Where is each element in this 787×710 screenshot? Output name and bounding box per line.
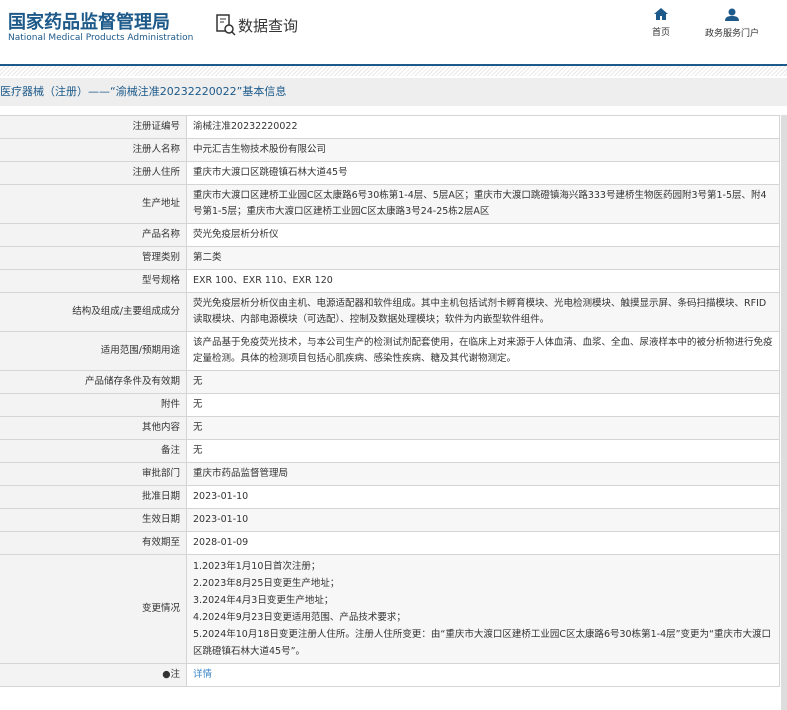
row-label: 产品储存条件及有效期 bbox=[0, 370, 187, 394]
table-row: 其他内容无 bbox=[0, 416, 780, 440]
row-value: 重庆市药品监督管理局 bbox=[186, 462, 780, 486]
row-value: 重庆市大渡口区建桥工业园C区太康路6号30栋第1-4层、5层A区；重庆市大渡口跳… bbox=[186, 184, 780, 224]
row-value: 荧光免疫层析分析仪 bbox=[186, 223, 780, 247]
row-value: 该产品基于免疫荧光技术，与本公司生产的检测试剂配套使用，在临床上对来源于人体血清… bbox=[186, 331, 780, 371]
nav-home[interactable]: 首页 bbox=[652, 8, 670, 38]
nav-portal[interactable]: 政务服务门户 bbox=[705, 8, 759, 39]
table-row: 有效期至 2028-01-09 bbox=[0, 531, 780, 555]
home-icon bbox=[654, 8, 668, 20]
table-row: 备注无 bbox=[0, 439, 780, 463]
row-value: 2028-01-09 bbox=[186, 531, 780, 555]
table-row: 产品储存条件及有效期无 bbox=[0, 370, 780, 394]
note-label: 注 bbox=[170, 669, 180, 680]
row-value: 荧光免疫层析分析仪由主机、电源适配器和软件组成。其中主机包括试剂卡孵育模块、光电… bbox=[186, 292, 780, 332]
change-item: 2.2023年8月25日变更生产地址； bbox=[193, 578, 340, 589]
note-label-cell: ●注 bbox=[0, 663, 187, 687]
row-value: 无 bbox=[186, 393, 780, 417]
scrollbar[interactable] bbox=[781, 115, 787, 710]
section-title-text: 数据查询 bbox=[238, 16, 299, 35]
change-item: 5.2024年10月18日变更注册人住所。注册人住所变更：由“重庆市大渡口区建桥… bbox=[193, 629, 771, 657]
table-row: 注册证编号 渝械注准20232220022 bbox=[0, 115, 780, 139]
section-title: 数据查询 bbox=[216, 14, 298, 36]
row-value: 第二类 bbox=[186, 246, 780, 270]
details-link[interactable]: 详情 bbox=[193, 669, 212, 680]
row-label: 变更情况 bbox=[0, 554, 187, 664]
table-row-changes: 变更情况 1.2023年1月10日首次注册； 2.2023年8月25日变更生产地址；… bbox=[0, 554, 780, 664]
divider bbox=[0, 66, 787, 76]
table-row: 批准日期 2023-01-10 bbox=[0, 485, 780, 509]
row-value: 渝械注准20232220022 bbox=[186, 115, 780, 139]
nav-home-label: 首页 bbox=[652, 28, 671, 38]
row-value: 无 bbox=[186, 439, 780, 463]
row-value: 无 bbox=[186, 416, 780, 440]
table-row: 生产地址 重庆市大渡口区建桥工业园C区太康路6号30栋第1-4层、5层A区；重庆市… bbox=[0, 184, 780, 224]
row-label: 注册证编号 bbox=[0, 115, 187, 139]
row-value: 2023-01-10 bbox=[186, 508, 780, 532]
row-label: 注册人名称 bbox=[0, 138, 187, 162]
logo-subtitle: National Medical Products Administration bbox=[8, 33, 194, 43]
table-row: 审批部门 重庆市药品监督管理局 bbox=[0, 462, 780, 486]
row-label: 生效日期 bbox=[0, 508, 187, 532]
logo-title[interactable]: 国家药品监督管理局 bbox=[8, 8, 170, 34]
row-label: 结构及组成/主要组成成分 bbox=[0, 292, 187, 332]
row-label: 注册人住所 bbox=[0, 161, 187, 185]
row-label: 型号规格 bbox=[0, 269, 187, 293]
change-item: 4.2024年9月23日变更适用范围、产品技术要求； bbox=[193, 612, 406, 623]
row-label: 其他内容 bbox=[0, 416, 187, 440]
row-value: 无 bbox=[186, 370, 780, 394]
document-search-icon bbox=[216, 14, 236, 36]
row-value: 2023-01-10 bbox=[186, 485, 780, 509]
row-value: 重庆市大渡口区跳磴镇石林大道45号 bbox=[186, 161, 780, 185]
table-row: 附件无 bbox=[0, 393, 780, 417]
info-table: 注册证编号 渝械注准20232220022 注册人名称 中元汇吉生物技术股份有限公司注… bbox=[0, 115, 780, 687]
table-row: 注册人名称 中元汇吉生物技术股份有限公司 bbox=[0, 138, 780, 162]
row-label: 备注 bbox=[0, 439, 187, 463]
table-row: 生效日期 2023-01-10 bbox=[0, 508, 780, 532]
table-row: 型号规格 EXR 100、EXR 110、EXR 120 bbox=[0, 269, 780, 293]
table-row: 管理类别 第二类 bbox=[0, 246, 780, 270]
changes-list: 1.2023年1月10日首次注册； 2.2023年8月25日变更生产地址； 3.20… bbox=[186, 554, 780, 664]
site-header: 国家药品监督管理局 National Medical Products Admi… bbox=[0, 0, 787, 66]
row-value: 中元汇吉生物技术股份有限公司 bbox=[186, 138, 780, 162]
row-label: 批准日期 bbox=[0, 485, 187, 509]
user-icon bbox=[725, 8, 739, 21]
breadcrumb: 医疗器械（注册）——“渝械注准20232220022”基本信息 bbox=[0, 78, 787, 106]
table-row: 产品名称 荧光免疫层析分析仪 bbox=[0, 223, 780, 247]
change-item: 1.2023年1月10日首次注册； bbox=[193, 561, 321, 572]
row-value: EXR 100、EXR 110、EXR 120 bbox=[186, 269, 780, 293]
row-label: 审批部门 bbox=[0, 462, 187, 486]
table-row-note: ●注 详情 bbox=[0, 663, 780, 687]
row-label: 生产地址 bbox=[0, 184, 187, 224]
row-label: 有效期至 bbox=[0, 531, 187, 555]
table-row: 结构及组成/主要组成成分 荧光免疫层析分析仪由主机、电源适配器和软件组成。其中主机… bbox=[0, 292, 780, 332]
row-label: 产品名称 bbox=[0, 223, 187, 247]
table-row: 适用范围/预期用途 该产品基于免疫荧光技术，与本公司生产的检测试剂配套使用，在临床… bbox=[0, 331, 780, 371]
change-item: 3.2024年4月3日变更生产地址； bbox=[193, 595, 334, 606]
row-label: 附件 bbox=[0, 393, 187, 417]
row-label: 适用范围/预期用途 bbox=[0, 331, 187, 371]
row-label: 管理类别 bbox=[0, 246, 187, 270]
table-row: 注册人住所 重庆市大渡口区跳磴镇石林大道45号 bbox=[0, 161, 780, 185]
nav-portal-label: 政务服务门户 bbox=[705, 29, 760, 39]
